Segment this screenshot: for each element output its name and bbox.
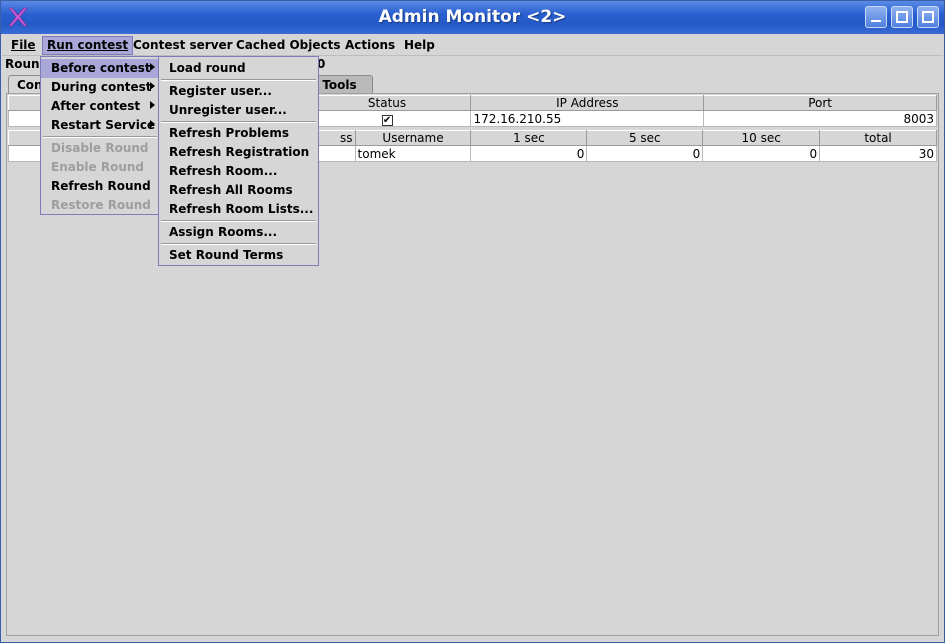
- menu-item-restore-round: Restore Round: [51, 198, 151, 212]
- window-title: Admin Monitor <2>: [378, 7, 567, 27]
- menu-item-refresh-all-rooms[interactable]: Refresh All Rooms: [159, 181, 318, 200]
- menu-item-refresh-room-lists[interactable]: Refresh Room Lists...: [159, 200, 318, 219]
- total-cell: 30: [819, 145, 937, 162]
- menu-bar: File Run contest Contest server Cached O…: [2, 35, 943, 56]
- username-cell: tomek: [354, 145, 472, 162]
- col-header-1sec: 1 sec: [470, 130, 588, 146]
- menu-file[interactable]: File: [6, 36, 41, 55]
- menu-actions[interactable]: Actions: [340, 36, 400, 55]
- close-icon: [922, 11, 934, 23]
- ip-cell: 172.16.210.55: [470, 110, 705, 127]
- port-cell: 8003: [703, 110, 937, 127]
- menu-item-after-contest[interactable]: After contest: [41, 97, 159, 116]
- menu-run-contest[interactable]: Run contest: [42, 36, 134, 55]
- before-contest-submenu: Load round Register user... Unregister u…: [158, 56, 319, 266]
- menu-separator: [161, 243, 316, 245]
- minimize-icon: [871, 20, 881, 22]
- submenu-arrow-icon: [150, 63, 155, 71]
- submenu-arrow-icon: [150, 82, 155, 90]
- close-button[interactable]: [917, 6, 939, 28]
- menu-help[interactable]: Help: [399, 36, 440, 55]
- menu-item-refresh-problems[interactable]: Refresh Problems: [159, 124, 318, 143]
- col-header-10sec: 10 sec: [702, 130, 821, 146]
- submenu-arrow-icon: [150, 101, 155, 109]
- col-header-ip-address: IP Address: [470, 95, 705, 111]
- menu-item-enable-round: Enable Round: [51, 160, 145, 174]
- admin-monitor-window: Admin Monitor <2> File Run contest Conte…: [0, 0, 945, 643]
- 5sec-cell: 0: [586, 145, 704, 162]
- menu-item-restart-service[interactable]: Restart Service: [41, 116, 159, 135]
- status-cell: ✔: [302, 110, 472, 127]
- menu-item-unregister-user[interactable]: Unregister user...: [159, 101, 318, 120]
- menu-item-disable-round: Disable Round: [51, 141, 149, 155]
- menu-cached-objects[interactable]: Cached Objects: [231, 36, 346, 55]
- menu-item-before-contest[interactable]: Before contest: [41, 59, 159, 78]
- col-header-username: Username: [354, 130, 472, 146]
- menu-contest-server[interactable]: Contest server: [128, 36, 238, 55]
- menu-item-refresh-room[interactable]: Refresh Room...: [159, 162, 318, 181]
- maximize-button[interactable]: [891, 6, 913, 28]
- status-checkbox[interactable]: ✔: [381, 114, 393, 126]
- menu-separator: [43, 136, 157, 138]
- menu-item-register-user[interactable]: Register user...: [159, 82, 318, 101]
- menu-separator: [161, 79, 316, 81]
- run-contest-menu: Before contest During contest After cont…: [40, 56, 160, 215]
- menu-separator: [161, 220, 316, 222]
- menu-item-load-round[interactable]: Load round: [159, 59, 318, 78]
- menu-item-during-contest[interactable]: During contest: [41, 78, 159, 97]
- menu-item-assign-rooms[interactable]: Assign Rooms...: [159, 223, 318, 242]
- minimize-button[interactable]: [865, 6, 887, 28]
- col-header-total: total: [819, 130, 937, 146]
- col-header-port: Port: [703, 95, 937, 111]
- title-bar[interactable]: Admin Monitor <2>: [1, 1, 944, 34]
- maximize-icon: [896, 11, 908, 23]
- menu-separator: [161, 121, 316, 123]
- submenu-arrow-icon: [150, 120, 155, 128]
- 1sec-cell: 0: [470, 145, 588, 162]
- menu-item-refresh-round[interactable]: Refresh Round: [41, 177, 159, 196]
- 10sec-cell: 0: [702, 145, 821, 162]
- col-header-5sec: 5 sec: [586, 130, 704, 146]
- col-header-status: Status: [302, 95, 472, 111]
- menu-item-refresh-registration[interactable]: Refresh Registration: [159, 143, 318, 162]
- menu-item-set-round-terms[interactable]: Set Round Terms: [159, 246, 318, 265]
